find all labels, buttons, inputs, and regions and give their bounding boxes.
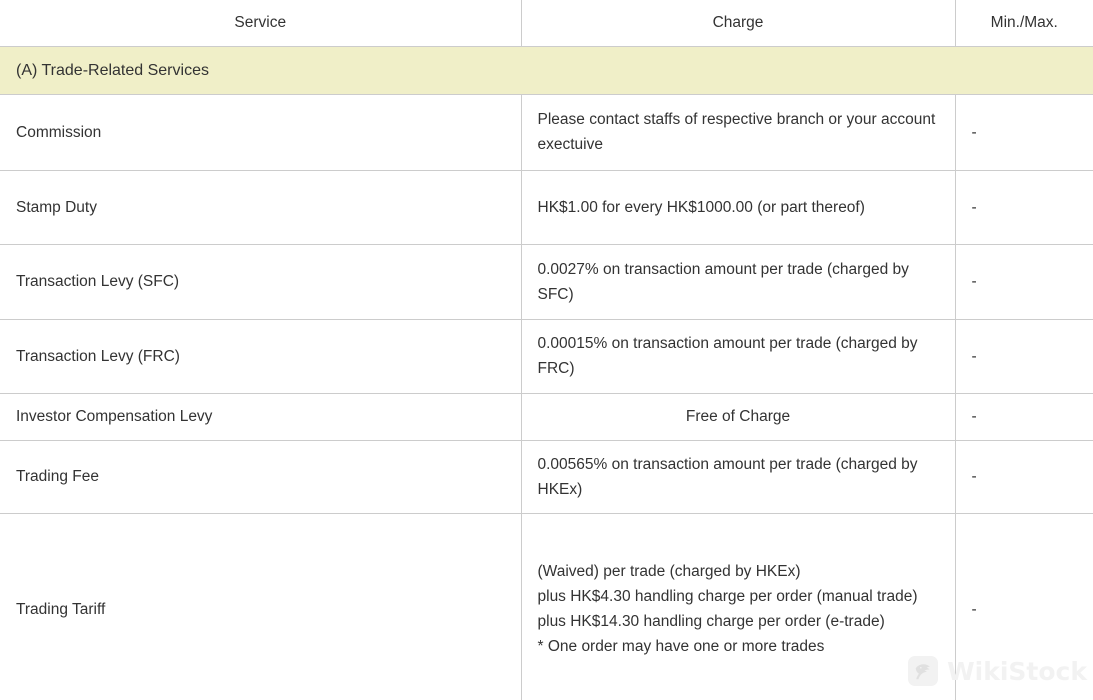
cell-minmax: - xyxy=(955,440,1093,514)
cell-charge: Free of Charge xyxy=(521,393,956,441)
section-header-row: (A) Trade-Related Services xyxy=(0,46,1093,95)
column-header-charge: Charge xyxy=(521,0,956,47)
section-header-label: (A) Trade-Related Services xyxy=(0,46,1093,95)
cell-minmax: - xyxy=(955,170,1093,245)
table-row: Transaction Levy (SFC) 0.0027% on transa… xyxy=(0,244,1093,320)
cell-service: Trading Fee xyxy=(0,440,522,514)
cell-service: Investor Compensation Levy xyxy=(0,393,522,441)
cell-charge: 0.00015% on transaction amount per trade… xyxy=(521,319,956,394)
cell-minmax: - xyxy=(955,244,1093,320)
table-row: Commission Please contact staffs of resp… xyxy=(0,94,1093,171)
cell-charge: 0.0027% on transaction amount per trade … xyxy=(521,244,956,320)
cell-service: Transaction Levy (FRC) xyxy=(0,319,522,394)
column-header-minmax: Min./Max. xyxy=(955,0,1093,47)
cell-minmax: - xyxy=(955,319,1093,394)
table-row: Stamp Duty HK$1.00 for every HK$1000.00 … xyxy=(0,170,1093,245)
fee-schedule-table: Service Charge Min./Max. (A) Trade-Relat… xyxy=(0,0,1093,700)
table-row: Investor Compensation Levy Free of Charg… xyxy=(0,393,1093,441)
cell-service: Commission xyxy=(0,94,522,171)
table-header-row: Service Charge Min./Max. xyxy=(0,0,1093,47)
cell-charge: (Waived) per trade (charged by HKEx) plu… xyxy=(521,513,956,700)
table-row: Trading Tariff (Waived) per trade (charg… xyxy=(0,513,1093,700)
cell-charge: HK$1.00 for every HK$1000.00 (or part th… xyxy=(521,170,956,245)
cell-minmax: - xyxy=(955,94,1093,171)
cell-service: Stamp Duty xyxy=(0,170,522,245)
cell-charge: 0.00565% on transaction amount per trade… xyxy=(521,440,956,514)
cell-service: Transaction Levy (SFC) xyxy=(0,244,522,320)
cell-minmax: - xyxy=(955,393,1093,441)
cell-service: Trading Tariff xyxy=(0,513,522,700)
cell-charge: Please contact staffs of respective bran… xyxy=(521,94,956,171)
column-header-service: Service xyxy=(0,0,522,47)
table-row: Trading Fee 0.00565% on transaction amou… xyxy=(0,440,1093,514)
table-row: Transaction Levy (FRC) 0.00015% on trans… xyxy=(0,319,1093,394)
cell-minmax: - xyxy=(955,513,1093,700)
